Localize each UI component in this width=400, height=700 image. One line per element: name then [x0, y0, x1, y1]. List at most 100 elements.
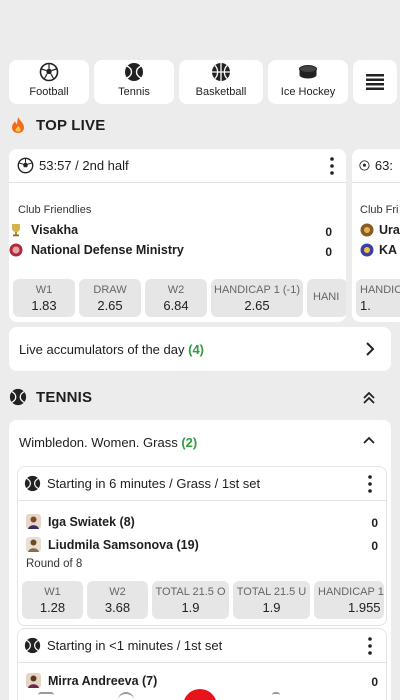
chevron-right-icon — [366, 342, 375, 356]
team-away: KA — [360, 243, 397, 257]
football-icon — [39, 62, 59, 82]
player-name: Iga Swiatek (8) — [48, 514, 135, 529]
team-away: National Defense Ministry — [9, 243, 184, 257]
accumulators-count: (4) — [188, 341, 204, 357]
score-home: 0 — [325, 225, 332, 239]
odds-row: W1 1.28 W2 3.68 TOTAL 21.5 O 1.9 TOTAL 21.5… — [22, 581, 384, 619]
tennis-ball-icon — [24, 637, 41, 654]
tennis-ball-icon — [9, 388, 27, 406]
player-name: Mirra Andreeva (7) — [48, 673, 158, 688]
score-player-1: 0 — [371, 516, 378, 530]
round-label: Round of 8 — [26, 558, 83, 570]
tournament-card: Wimbledon. Women. Grass (2) Starting in … — [9, 420, 391, 700]
player-1: Mirra Andreeva (7) — [26, 673, 157, 688]
tournament-name: Wimbledon. Women. Grass — [19, 434, 178, 450]
bottom-nav-icon[interactable] — [272, 692, 280, 700]
match-header: Starting in 6 minutes / Grass / 1st set — [18, 467, 386, 501]
odd-label: W2 — [109, 585, 126, 598]
bottom-nav-icon[interactable] — [38, 692, 54, 700]
odd-total-under-button[interactable]: TOTAL 21.5 U 1.9 — [233, 581, 310, 619]
player-avatar-icon — [26, 514, 41, 529]
odds-row: W1 1.83 DRAW 2.65 W2 6.84 HANDICAP 1 (-1) 2.… — [13, 279, 346, 317]
team-home: Visakha — [9, 223, 78, 237]
sport-label: Football — [29, 86, 69, 98]
shield-logo-icon — [9, 243, 23, 257]
odd-label: DRAW — [93, 283, 127, 296]
more-sports-button[interactable] — [353, 60, 397, 104]
sport-label: Tennis — [118, 86, 150, 98]
odd-label: HANI — [313, 291, 340, 303]
kebab-menu-icon[interactable] — [330, 157, 334, 175]
tennis-ball-icon — [24, 475, 41, 492]
kebab-menu-icon[interactable] — [368, 637, 372, 655]
odd-value: 2.65 — [244, 297, 270, 313]
sport-football-button[interactable]: Football — [9, 60, 89, 104]
odd-w2-button[interactable]: W2 6.84 — [145, 279, 207, 317]
match-card[interactable]: Starting in 6 minutes / Grass / 1st set … — [17, 466, 387, 626]
hockey-puck-icon — [299, 65, 317, 79]
odd-value: 3.68 — [104, 599, 131, 615]
team-logo-icon — [360, 223, 374, 237]
player-avatar-icon — [26, 537, 41, 552]
team-logo-icon — [360, 243, 374, 257]
menu-icon — [366, 74, 384, 90]
score-player-2: 0 — [371, 539, 378, 553]
top-live-header: TOP LIVE — [9, 116, 105, 134]
match-header: 63: — [352, 149, 400, 183]
odd-label: HANDIC — [360, 283, 400, 296]
section-title: TOP LIVE — [36, 116, 106, 134]
odd-handicap-button[interactable]: HANDICAP 1 (-1) 2.65 — [211, 279, 303, 317]
football-icon — [359, 160, 370, 171]
odd-label: W1 — [44, 585, 61, 598]
odd-label: W2 — [167, 283, 185, 296]
odd-label: HANDICAP 1 (-1) — [214, 283, 300, 296]
odd-handicap-button[interactable]: HANDIC 1. — [356, 279, 400, 317]
sport-ice-hockey-button[interactable]: Ice Hockey — [268, 60, 348, 104]
player-name: Liudmila Samsonova (19) — [48, 537, 199, 552]
league-name: Club Fri — [360, 204, 399, 216]
sport-tennis-button[interactable]: Tennis — [94, 60, 174, 104]
odd-value: 1. — [360, 297, 371, 313]
odd-handicap-partial-button[interactable]: HANI — [307, 279, 346, 317]
odd-draw-button[interactable]: DRAW 2.65 — [79, 279, 141, 317]
odd-value: 2.65 — [97, 297, 123, 313]
team-name: Visakha — [31, 223, 79, 237]
sport-category-bar: Football Tennis Basketball Ice Hockey — [9, 60, 397, 104]
basketball-icon — [212, 63, 230, 81]
odd-value: 1.83 — [31, 297, 57, 313]
odd-value: 6.84 — [163, 297, 189, 313]
sport-label: Ice Hockey — [280, 86, 336, 98]
tennis-ball-icon — [125, 63, 143, 81]
odd-value: 1.9 — [262, 599, 281, 615]
score-away: 0 — [325, 245, 332, 259]
odd-total-over-button[interactable]: TOTAL 21.5 O 1.9 — [152, 581, 229, 619]
collapse-section-icon[interactable] — [362, 391, 376, 405]
live-match-card[interactable]: 53:57 / 2nd half Club Friendlies Visakha… — [9, 149, 346, 322]
player-avatar-icon — [26, 673, 41, 688]
live-accumulators-row[interactable]: Live accumulators of the day (4) — [9, 327, 391, 371]
match-status: Starting in 6 minutes / Grass / 1st set — [47, 476, 261, 491]
kebab-menu-icon[interactable] — [368, 475, 372, 493]
odd-w1-button[interactable]: W1 1.83 — [13, 279, 75, 317]
fire-icon — [12, 117, 24, 133]
odd-value: 1.955 — [348, 599, 381, 615]
league-name: Club Friendlies — [18, 204, 92, 216]
match-header: 53:57 / 2nd half — [9, 149, 346, 183]
odd-label: HANDICAP 1 — [318, 585, 384, 598]
match-time: 53:57 / 2nd half — [39, 158, 129, 173]
odd-w1-button[interactable]: W1 1.28 — [22, 581, 83, 619]
match-header: Starting in <1 minutes / 1st set — [18, 629, 386, 663]
sport-basketball-button[interactable]: Basketball — [179, 60, 263, 104]
section-title: TENNIS — [36, 388, 93, 406]
team-home: Ura — [360, 223, 400, 237]
odd-handicap-button[interactable]: HANDICAP 1 1.955 — [314, 581, 384, 619]
odd-label: TOTAL 21.5 U — [236, 585, 307, 598]
tennis-header: TENNIS — [9, 388, 92, 406]
team-name: Ura — [379, 223, 400, 237]
trophy-logo-icon — [12, 224, 20, 237]
tournament-header[interactable]: Wimbledon. Women. Grass (2) — [9, 420, 391, 464]
football-icon — [17, 157, 34, 174]
live-match-card-2[interactable]: 63: Club Fri Ura KA HANDIC 1. — [352, 149, 400, 322]
odd-value: 1.28 — [39, 599, 66, 615]
odd-w2-button[interactable]: W2 3.68 — [87, 581, 148, 619]
